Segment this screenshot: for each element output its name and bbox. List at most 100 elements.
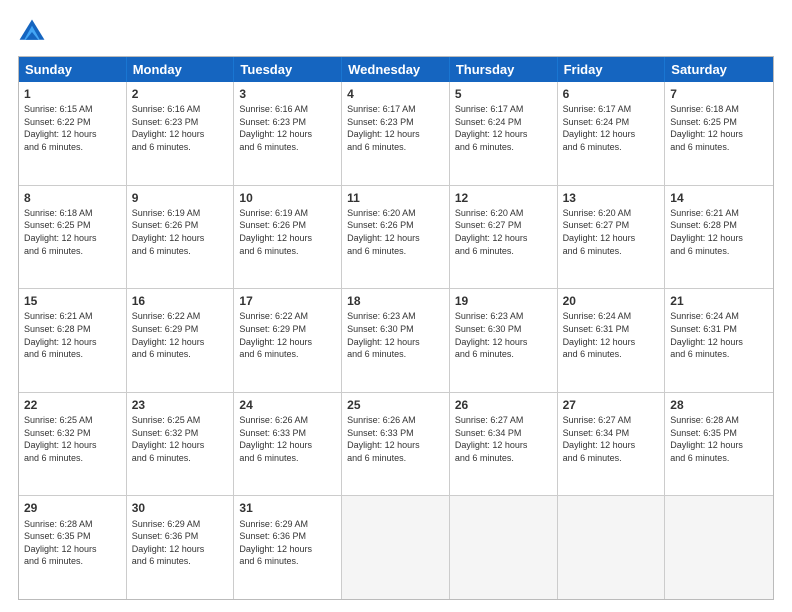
day-number: 25: [347, 397, 444, 413]
calendar: SundayMondayTuesdayWednesdayThursdayFrid…: [18, 56, 774, 600]
day-number: 12: [455, 190, 552, 206]
calendar-cell: [558, 496, 666, 599]
calendar-row-2: 8Sunrise: 6:18 AMSunset: 6:25 PMDaylight…: [19, 185, 773, 289]
calendar-cell: 17Sunrise: 6:22 AMSunset: 6:29 PMDayligh…: [234, 289, 342, 392]
day-info: Sunrise: 6:17 AMSunset: 6:24 PMDaylight:…: [455, 103, 552, 153]
day-info: Sunrise: 6:21 AMSunset: 6:28 PMDaylight:…: [670, 207, 768, 257]
header-day-thursday: Thursday: [450, 57, 558, 82]
logo: [18, 18, 50, 46]
day-info: Sunrise: 6:29 AMSunset: 6:36 PMDaylight:…: [239, 518, 336, 568]
day-number: 10: [239, 190, 336, 206]
day-info: Sunrise: 6:28 AMSunset: 6:35 PMDaylight:…: [670, 414, 768, 464]
header-day-saturday: Saturday: [665, 57, 773, 82]
calendar-cell: 16Sunrise: 6:22 AMSunset: 6:29 PMDayligh…: [127, 289, 235, 392]
day-info: Sunrise: 6:20 AMSunset: 6:27 PMDaylight:…: [455, 207, 552, 257]
calendar-body: 1Sunrise: 6:15 AMSunset: 6:22 PMDaylight…: [19, 82, 773, 599]
calendar-cell: 2Sunrise: 6:16 AMSunset: 6:23 PMDaylight…: [127, 82, 235, 185]
calendar-cell: 30 Sunrise: 6:29 AMSunset: 6:36 PMDayligh…: [127, 496, 235, 599]
day-info: Sunrise: 6:18 AMSunset: 6:25 PMDaylight:…: [24, 207, 121, 257]
page: SundayMondayTuesdayWednesdayThursdayFrid…: [0, 0, 792, 612]
calendar-cell: 15Sunrise: 6:21 AMSunset: 6:28 PMDayligh…: [19, 289, 127, 392]
calendar-row-4: 22Sunrise: 6:25 AMSunset: 6:32 PMDayligh…: [19, 392, 773, 496]
calendar-cell: 28Sunrise: 6:28 AMSunset: 6:35 PMDayligh…: [665, 393, 773, 496]
day-info: Sunrise: 6:19 AMSunset: 6:26 PMDaylight:…: [239, 207, 336, 257]
calendar-cell: 12Sunrise: 6:20 AMSunset: 6:27 PMDayligh…: [450, 186, 558, 289]
calendar-cell: [450, 496, 558, 599]
day-info: Sunrise: 6:24 AMSunset: 6:31 PMDaylight:…: [563, 310, 660, 360]
day-info: Sunrise: 6:23 AMSunset: 6:30 PMDaylight:…: [347, 310, 444, 360]
calendar-cell: 20Sunrise: 6:24 AMSunset: 6:31 PMDayligh…: [558, 289, 666, 392]
day-number: 2: [132, 86, 229, 102]
calendar-cell: 23Sunrise: 6:25 AMSunset: 6:32 PMDayligh…: [127, 393, 235, 496]
day-info: Sunrise: 6:25 AMSunset: 6:32 PMDaylight:…: [24, 414, 121, 464]
day-number: 7: [670, 86, 768, 102]
day-number: 5: [455, 86, 552, 102]
header-day-monday: Monday: [127, 57, 235, 82]
day-info: Sunrise: 6:19 AMSunset: 6:26 PMDaylight:…: [132, 207, 229, 257]
calendar-cell: 13Sunrise: 6:20 AMSunset: 6:27 PMDayligh…: [558, 186, 666, 289]
day-info: Sunrise: 6:26 AMSunset: 6:33 PMDaylight:…: [239, 414, 336, 464]
calendar-cell: 8Sunrise: 6:18 AMSunset: 6:25 PMDaylight…: [19, 186, 127, 289]
day-number: 9: [132, 190, 229, 206]
calendar-cell: 9Sunrise: 6:19 AMSunset: 6:26 PMDaylight…: [127, 186, 235, 289]
day-number: 3: [239, 86, 336, 102]
day-info: Sunrise: 6:21 AMSunset: 6:28 PMDaylight:…: [24, 310, 121, 360]
day-info: Sunrise: 6:29 AMSunset: 6:36 PMDaylight:…: [132, 518, 229, 568]
calendar-header: SundayMondayTuesdayWednesdayThursdayFrid…: [19, 57, 773, 82]
day-number: 16: [132, 293, 229, 309]
day-number: 14: [670, 190, 768, 206]
day-info: Sunrise: 6:22 AMSunset: 6:29 PMDaylight:…: [132, 310, 229, 360]
calendar-cell: 29 Sunrise: 6:28 AMSunset: 6:35 PMDayligh…: [19, 496, 127, 599]
calendar-cell: 18Sunrise: 6:23 AMSunset: 6:30 PMDayligh…: [342, 289, 450, 392]
calendar-cell: 3Sunrise: 6:16 AMSunset: 6:23 PMDaylight…: [234, 82, 342, 185]
day-number: 20: [563, 293, 660, 309]
calendar-row-1: 1Sunrise: 6:15 AMSunset: 6:22 PMDaylight…: [19, 82, 773, 185]
calendar-row-3: 15Sunrise: 6:21 AMSunset: 6:28 PMDayligh…: [19, 288, 773, 392]
day-number: 17: [239, 293, 336, 309]
calendar-cell: [342, 496, 450, 599]
calendar-cell: 7Sunrise: 6:18 AMSunset: 6:25 PMDaylight…: [665, 82, 773, 185]
day-info: Sunrise: 6:16 AMSunset: 6:23 PMDaylight:…: [132, 103, 229, 153]
day-number: 13: [563, 190, 660, 206]
day-number: 19: [455, 293, 552, 309]
day-number: 18: [347, 293, 444, 309]
calendar-cell: [665, 496, 773, 599]
day-number: 31: [239, 500, 336, 516]
calendar-cell: 24Sunrise: 6:26 AMSunset: 6:33 PMDayligh…: [234, 393, 342, 496]
day-number: 1: [24, 86, 121, 102]
header-day-sunday: Sunday: [19, 57, 127, 82]
day-info: Sunrise: 6:20 AMSunset: 6:26 PMDaylight:…: [347, 207, 444, 257]
day-info: Sunrise: 6:17 AMSunset: 6:23 PMDaylight:…: [347, 103, 444, 153]
day-info: Sunrise: 6:15 AMSunset: 6:22 PMDaylight:…: [24, 103, 121, 153]
calendar-cell: 10Sunrise: 6:19 AMSunset: 6:26 PMDayligh…: [234, 186, 342, 289]
calendar-cell: 19Sunrise: 6:23 AMSunset: 6:30 PMDayligh…: [450, 289, 558, 392]
day-number: 30: [132, 500, 229, 516]
calendar-cell: 31 Sunrise: 6:29 AMSunset: 6:36 PMDayligh…: [234, 496, 342, 599]
day-number: 6: [563, 86, 660, 102]
day-info: Sunrise: 6:23 AMSunset: 6:30 PMDaylight:…: [455, 310, 552, 360]
calendar-cell: 22Sunrise: 6:25 AMSunset: 6:32 PMDayligh…: [19, 393, 127, 496]
day-number: 4: [347, 86, 444, 102]
calendar-cell: 4Sunrise: 6:17 AMSunset: 6:23 PMDaylight…: [342, 82, 450, 185]
day-info: Sunrise: 6:28 AMSunset: 6:35 PMDaylight:…: [24, 518, 121, 568]
day-number: 28: [670, 397, 768, 413]
day-number: 22: [24, 397, 121, 413]
header: [18, 18, 774, 46]
day-number: 24: [239, 397, 336, 413]
day-number: 15: [24, 293, 121, 309]
logo-icon: [18, 18, 46, 46]
day-number: 21: [670, 293, 768, 309]
day-number: 27: [563, 397, 660, 413]
day-info: Sunrise: 6:25 AMSunset: 6:32 PMDaylight:…: [132, 414, 229, 464]
day-number: 8: [24, 190, 121, 206]
day-info: Sunrise: 6:27 AMSunset: 6:34 PMDaylight:…: [563, 414, 660, 464]
calendar-cell: 14Sunrise: 6:21 AMSunset: 6:28 PMDayligh…: [665, 186, 773, 289]
calendar-cell: 1Sunrise: 6:15 AMSunset: 6:22 PMDaylight…: [19, 82, 127, 185]
calendar-cell: 11Sunrise: 6:20 AMSunset: 6:26 PMDayligh…: [342, 186, 450, 289]
day-number: 29: [24, 500, 121, 516]
calendar-cell: 26Sunrise: 6:27 AMSunset: 6:34 PMDayligh…: [450, 393, 558, 496]
header-day-wednesday: Wednesday: [342, 57, 450, 82]
calendar-cell: 5Sunrise: 6:17 AMSunset: 6:24 PMDaylight…: [450, 82, 558, 185]
calendar-cell: 27Sunrise: 6:27 AMSunset: 6:34 PMDayligh…: [558, 393, 666, 496]
day-info: Sunrise: 6:26 AMSunset: 6:33 PMDaylight:…: [347, 414, 444, 464]
